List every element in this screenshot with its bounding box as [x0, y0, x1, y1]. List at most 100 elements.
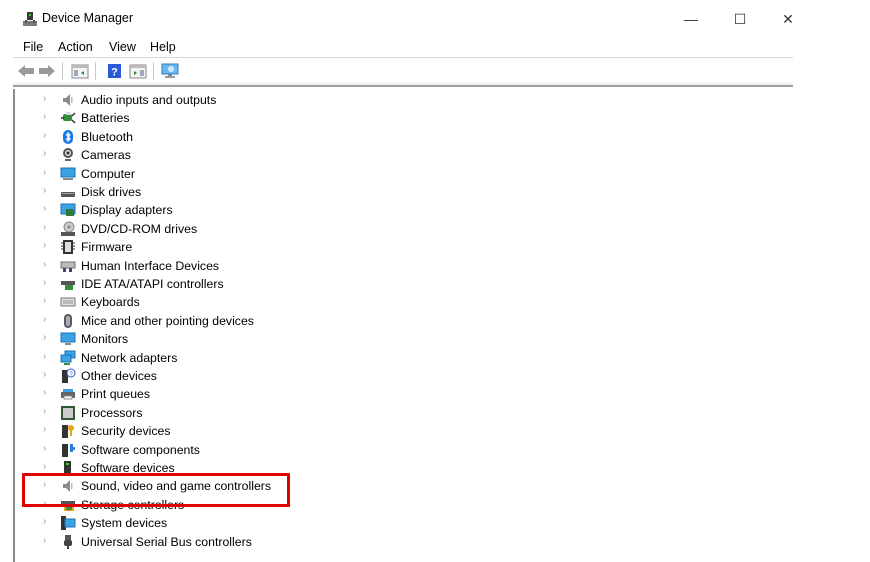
chevron-right-icon[interactable]: ›	[43, 351, 51, 362]
chevron-right-icon[interactable]: ›	[43, 130, 51, 141]
tree-item-label: Keyboards	[81, 295, 140, 310]
menu-file[interactable]: File	[23, 40, 43, 54]
window-title: Device Manager	[42, 11, 134, 25]
scan-hardware-monitor-icon[interactable]	[161, 63, 179, 79]
tree-item[interactable]: › Firmware	[15, 238, 415, 256]
properties-pane-icon[interactable]	[129, 63, 147, 79]
tree-item-label: IDE ATA/ATAPI controllers	[81, 277, 224, 291]
camera-icon	[63, 148, 73, 162]
toolbar-separator	[62, 62, 63, 80]
menu-action[interactable]: Action	[58, 40, 93, 54]
tree-item[interactable]: › Print queues	[15, 385, 415, 403]
chevron-right-icon[interactable]: ›	[43, 111, 51, 122]
tree-item[interactable]: ›? Other devices	[15, 367, 415, 385]
tree-item-label: DVD/CD-ROM drives	[81, 221, 198, 236]
chevron-right-icon[interactable]: ›	[43, 332, 51, 343]
menu-divider	[13, 57, 793, 58]
computer-icon	[60, 167, 76, 180]
tree-item[interactable]: › System devices	[15, 514, 415, 532]
chevron-right-icon[interactable]: ›	[43, 277, 51, 288]
tree-item[interactable]: › IDE ATA/ATAPI controllers	[15, 275, 415, 293]
close-button[interactable]: ✕	[773, 6, 803, 32]
tree-item[interactable]: › Keyboards	[15, 293, 415, 311]
network-adapter-icon	[60, 350, 76, 365]
software-component-icon	[62, 443, 75, 457]
unknown-device-icon: ?	[62, 368, 76, 383]
chevron-right-icon[interactable]: ›	[43, 369, 51, 380]
chevron-right-icon[interactable]: ›	[43, 516, 51, 527]
device-manager-icon	[23, 12, 37, 26]
chevron-right-icon[interactable]: ›	[43, 461, 51, 472]
tree-item[interactable]: › Security devices	[15, 422, 415, 440]
chevron-right-icon[interactable]: ›	[43, 314, 51, 325]
highlight-box	[22, 473, 290, 507]
chevron-right-icon[interactable]: ›	[43, 93, 51, 104]
bluetooth-icon	[63, 129, 73, 144]
close-icon: ✕	[782, 10, 794, 27]
chevron-right-icon[interactable]: ›	[43, 443, 51, 454]
help-icon[interactable]: ?	[106, 63, 124, 79]
chevron-right-icon[interactable]: ›	[43, 424, 51, 435]
chevron-right-icon[interactable]: ›	[43, 406, 51, 417]
hid-icon	[60, 261, 76, 272]
monitor-icon	[60, 332, 76, 346]
menu-bar: File Action View Help	[0, 37, 793, 57]
tree-item[interactable]: › Processors	[15, 404, 415, 422]
tree-item[interactable]: › Computer	[15, 165, 415, 183]
keyboard-icon	[60, 297, 76, 307]
minimize-icon: —	[684, 11, 698, 27]
tree-item[interactable]: › Network adapters	[15, 349, 415, 367]
tree-item-label: Software components	[81, 442, 200, 457]
chevron-right-icon[interactable]: ›	[43, 222, 51, 233]
tree-item[interactable]: › Cameras	[15, 146, 415, 164]
maximize-button[interactable]: ☐	[725, 6, 755, 32]
tree-item-label: Print queues	[81, 387, 151, 402]
firmware-chip-icon	[61, 240, 75, 255]
tree-item[interactable]: › Human Interface Devices	[15, 257, 415, 275]
security-key-icon	[62, 425, 74, 439]
printer-icon	[61, 389, 75, 400]
tree-item-label: Universal Serial Bus controllers	[81, 534, 252, 549]
tree-item-label: Display adapters	[81, 203, 173, 218]
chevron-right-icon[interactable]: ›	[43, 295, 51, 306]
tree-item[interactable]: › Display adapters	[15, 201, 415, 219]
tree-item-label: Monitors	[81, 332, 129, 347]
svg-text:?: ?	[111, 67, 118, 79]
tree-item-label: Mice and other pointing devices	[81, 313, 254, 328]
tree-item[interactable]: › Disk drives	[15, 183, 415, 201]
minimize-button[interactable]: —	[676, 6, 706, 32]
toolbar-separator	[95, 62, 96, 80]
display-adapter-icon	[60, 203, 76, 217]
chevron-right-icon[interactable]: ›	[43, 203, 51, 214]
tree-item[interactable]: › Bluetooth	[15, 128, 415, 146]
tree-item-label: Other devices	[81, 369, 157, 383]
speaker-icon	[63, 94, 73, 106]
chevron-right-icon[interactable]: ›	[43, 535, 51, 546]
forward-arrow-icon[interactable]	[38, 63, 56, 79]
tree-item[interactable]: › Universal Serial Bus controllers	[15, 533, 415, 551]
chevron-right-icon[interactable]: ›	[43, 148, 51, 159]
tree-item[interactable]: › Software components	[15, 441, 415, 459]
tree-item-label: Security devices	[81, 424, 171, 439]
tree-item[interactable]: › Mice and other pointing devices	[15, 312, 415, 330]
tree-item[interactable]: › DVD/CD-ROM drives	[15, 220, 415, 238]
tree-item-label: Firmware	[81, 240, 133, 255]
tree-item[interactable]: › Monitors	[15, 330, 415, 348]
chevron-right-icon[interactable]: ›	[43, 240, 51, 251]
menu-view[interactable]: View	[109, 40, 136, 54]
tree-item-label: Processors	[81, 405, 143, 420]
tree-item[interactable]: › Audio inputs and outputs	[15, 91, 415, 109]
tree-item-label: Cameras	[81, 148, 131, 163]
chevron-right-icon[interactable]: ›	[43, 387, 51, 398]
tree-item-label: Batteries	[81, 111, 130, 126]
back-arrow-icon[interactable]	[17, 63, 35, 79]
tree-item-label: Disk drives	[81, 185, 142, 199]
menu-help[interactable]: Help	[150, 40, 176, 54]
show-hide-console-tree-icon[interactable]	[71, 63, 89, 79]
chevron-right-icon[interactable]: ›	[43, 259, 51, 270]
chevron-right-icon[interactable]: ›	[43, 167, 51, 178]
toolbar: ?	[13, 59, 793, 83]
tree-item[interactable]: › Batteries	[15, 109, 415, 127]
toolbar-separator	[153, 62, 154, 80]
chevron-right-icon[interactable]: ›	[43, 185, 51, 196]
